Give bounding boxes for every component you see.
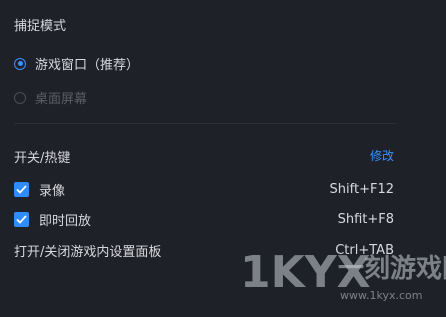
instant-replay-hotkey[interactable]: Shfit+F8 xyxy=(338,212,394,227)
record-checkbox[interactable] xyxy=(14,182,29,197)
section-divider xyxy=(14,123,396,124)
instant-replay-checkbox[interactable] xyxy=(14,212,29,227)
edit-hotkeys-link[interactable]: 修改 xyxy=(370,147,394,164)
record-label: 录像 xyxy=(39,184,66,199)
watermark-url: www.1kyx.com xyxy=(340,289,422,302)
hotkeys-section-title: 开关/热键 xyxy=(14,151,71,166)
radio-desktop-screen-label: 桌面屏幕 xyxy=(35,92,88,107)
watermark-site-name: 一刻游戏网 xyxy=(338,253,446,284)
radio-unselected-indicator[interactable] xyxy=(14,91,26,104)
radio-desktop-screen[interactable]: 桌面屏幕 xyxy=(14,88,87,107)
hotkey-row-record: 录像 Shift+F12 xyxy=(14,180,394,199)
radio-game-window[interactable]: 游戏窗口（推荐） xyxy=(14,54,139,73)
capture-section-title: 捕捉模式 xyxy=(14,19,67,34)
radio-selected-indicator[interactable] xyxy=(14,57,26,70)
checkmark-icon xyxy=(16,185,27,194)
checkmark-icon xyxy=(16,215,27,224)
record-hotkey[interactable]: Shift+F12 xyxy=(330,182,394,197)
radio-game-window-label: 游戏窗口（推荐） xyxy=(35,58,140,73)
site-watermark: 1KYX 一刻游戏网 www.1kyx.com xyxy=(240,247,446,302)
